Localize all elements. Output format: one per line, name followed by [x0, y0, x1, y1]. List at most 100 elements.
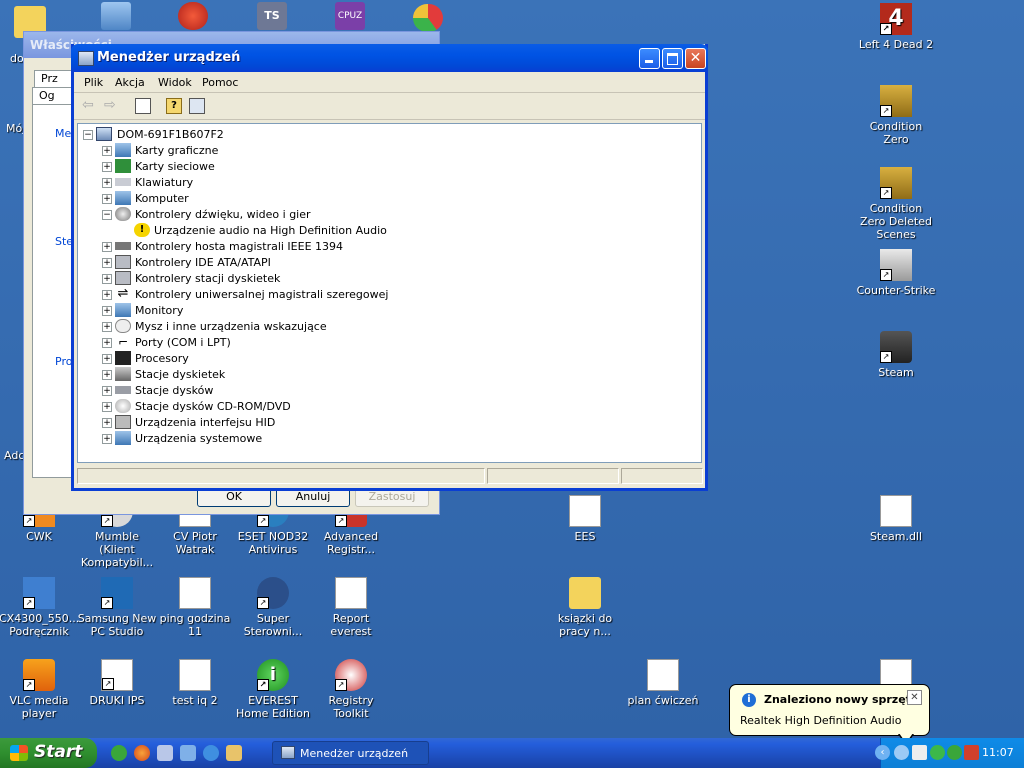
desktop-icon-ksiazki[interactable]: ksiązki do pracy n... — [545, 577, 625, 638]
desktop-icon-ping[interactable]: ping godzina 11 — [155, 577, 235, 638]
chevron-left-icon[interactable]: ‹ — [875, 745, 890, 760]
internet-explorer-icon[interactable] — [203, 745, 219, 761]
desktop-icon-cx4300[interactable]: ↗ CX4300_550... Podręcznik — [0, 577, 79, 638]
properties-icon[interactable] — [189, 98, 205, 114]
help-icon[interactable]: ? — [166, 98, 182, 114]
desktop-icon-counter-strike[interactable]: ↗ Counter-Strike — [856, 249, 936, 297]
desktop-icon-samsung-pc-studio[interactable]: ↗ Samsung New PC Studio — [77, 577, 157, 638]
everest-info-icon: i ↗ — [257, 659, 289, 691]
cpuz-icon[interactable]: CPUZ — [335, 2, 365, 30]
expand-icon[interactable]: + — [102, 242, 112, 252]
monitor-icon — [115, 303, 131, 317]
desktop-icon-report-everest[interactable]: Report everest — [311, 577, 391, 638]
menu-akcja[interactable]: Akcja — [115, 76, 145, 89]
samsung-icon: ↗ — [101, 577, 133, 609]
quicklaunch-icon-6[interactable] — [226, 745, 242, 761]
desktop-icon-left4dead2[interactable]: 4 ↗ Left 4 Dead 2 — [856, 3, 936, 51]
menu-pomoc[interactable]: Pomoc — [202, 76, 238, 89]
desktop-icon-test-iq[interactable]: test iq 2 — [155, 659, 235, 707]
desktop-icon-steam[interactable]: ↗ Steam — [856, 331, 936, 379]
desktop-icon-super-sterowniki[interactable]: ↗ Super Sterowni... — [233, 577, 313, 638]
teamspeak-icon[interactable]: TS — [257, 2, 287, 30]
expand-icon[interactable]: + — [102, 354, 112, 364]
taskbar: Start Menedżer urządzeń ‹ 11:07 — [0, 738, 1024, 768]
expand-icon[interactable]: + — [102, 370, 112, 380]
dll-file-icon — [880, 495, 912, 527]
props-group-1: Me — [55, 127, 72, 140]
desktop-icon-top[interactable] — [101, 2, 131, 30]
expand-icon[interactable]: + — [102, 162, 112, 172]
green-status-icon[interactable] — [930, 745, 945, 760]
desktop-icon-plan-cwiczen[interactable]: plan ćwiczeń — [623, 659, 703, 707]
expand-icon[interactable]: + — [102, 194, 112, 204]
balloon-title: Znaleziono nowy sprzęt — [764, 693, 911, 706]
desktop-icon-condition-zero-deleted[interactable]: ↗ Condition Zero Deleted Scenes — [856, 167, 936, 241]
quicklaunch-icon-4[interactable] — [180, 745, 196, 761]
expand-icon[interactable]: + — [102, 322, 112, 332]
computer-icon — [115, 191, 131, 205]
menu-widok[interactable]: Widok — [158, 76, 192, 89]
device-tree[interactable]: − DOM-691F1B607F2 + Karty graficzne + Ka… — [77, 123, 702, 463]
new-hardware-balloon[interactable]: i Znaleziono nowy sprzęt ✕ Realtek High … — [729, 684, 930, 746]
cdrom-icon — [115, 399, 131, 413]
expand-icon[interactable]: + — [102, 290, 112, 300]
desktop-icon-everest[interactable]: i ↗ EVEREST Home Edition — [233, 659, 313, 720]
minimize-button[interactable] — [639, 48, 660, 69]
close-icon[interactable]: ✕ — [907, 690, 922, 705]
desktop-icon-steam-dll[interactable]: Steam.dll — [856, 495, 936, 543]
network-card-icon — [115, 159, 131, 173]
expand-icon[interactable]: + — [102, 386, 112, 396]
expand-icon[interactable]: + — [102, 402, 112, 412]
document-icon — [179, 659, 211, 691]
ccleaner-icon[interactable] — [178, 2, 208, 30]
info-icon: i — [742, 693, 756, 707]
expand-icon[interactable]: + — [102, 434, 112, 444]
expand-icon[interactable]: + — [102, 418, 112, 428]
device-manager-titlebar[interactable]: Menedżer urządzeń ✕ — [71, 44, 708, 72]
show-hide-tree-icon[interactable] — [135, 98, 151, 114]
desktop-icon-vlc[interactable]: ↗ VLC media player — [0, 659, 79, 720]
condition-zero-icon: ↗ — [880, 85, 912, 117]
network-icon[interactable] — [912, 745, 927, 760]
expand-icon[interactable]: + — [102, 146, 112, 156]
expand-icon[interactable]: + — [102, 338, 112, 348]
folder-icon — [569, 577, 601, 609]
desktop-icon-registry-toolkit[interactable]: ↗ Registry Toolkit — [311, 659, 391, 720]
keyboard-icon — [115, 178, 131, 186]
menu-plik[interactable]: Plik — [84, 76, 103, 89]
chart-app-icon[interactable] — [413, 4, 443, 32]
excel-file-icon[interactable] — [880, 659, 912, 687]
steam-icon: ↗ — [880, 331, 912, 363]
quicklaunch-icon-3[interactable] — [157, 745, 173, 761]
network-warning-icon[interactable] — [894, 745, 909, 760]
utorrent-tray-icon[interactable] — [947, 745, 962, 760]
collapse-icon[interactable]: − — [102, 210, 112, 220]
utorrent-icon[interactable] — [111, 745, 127, 761]
status-bar — [74, 466, 705, 488]
desktop-icon-condition-zero[interactable]: ↗ Condition Zero — [856, 85, 936, 146]
expand-icon[interactable]: + — [102, 178, 112, 188]
close-button[interactable]: ✕ — [685, 48, 706, 69]
desktop-icon-druki-ips[interactable]: ↗ DRUKI IPS — [77, 659, 157, 707]
computer-icon — [281, 746, 295, 759]
red-app-tray-icon[interactable] — [964, 745, 979, 760]
taskbar-button-device-manager[interactable]: Menedżer urządzeń — [272, 741, 429, 765]
ide-controller-icon — [115, 255, 131, 269]
start-button[interactable]: Start — [0, 738, 97, 768]
clock[interactable]: 11:07 — [982, 746, 1014, 759]
expand-icon[interactable]: + — [102, 258, 112, 268]
computer-icon — [96, 127, 112, 141]
back-arrow-icon[interactable]: ⇦ — [82, 98, 98, 114]
collapse-icon[interactable]: − — [83, 130, 93, 140]
maximize-button[interactable] — [662, 48, 683, 69]
expand-icon[interactable]: + — [102, 306, 112, 316]
firefox-icon[interactable] — [134, 745, 150, 761]
status-segment — [621, 468, 703, 484]
expand-icon[interactable]: + — [102, 274, 112, 284]
props-group-3: Pro — [55, 355, 73, 368]
printer-manual-icon: ↗ — [23, 577, 55, 609]
forward-arrow-icon[interactable]: ⇨ — [104, 98, 120, 114]
desktop-icon-ees[interactable]: EES — [545, 495, 625, 543]
device-manager-window[interactable]: Menedżer urządzeń ✕ Plik Akcja Widok Pom… — [71, 44, 708, 491]
display-adapter-icon — [115, 143, 131, 157]
